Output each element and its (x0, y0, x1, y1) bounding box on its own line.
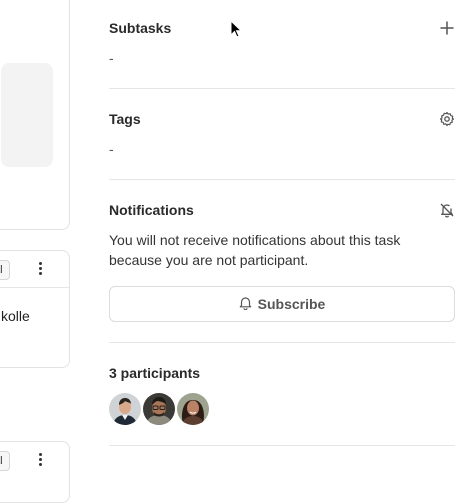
plus-icon[interactable] (439, 20, 455, 36)
bell-icon (239, 296, 252, 313)
task-card[interactable]: al (0, 441, 70, 503)
section-divider (109, 88, 455, 89)
avatar[interactable] (109, 393, 141, 425)
notifications-message: You will not receive notifications about… (109, 232, 401, 268)
subtasks-section: Subtasks - (109, 20, 455, 80)
card-header: al (0, 251, 69, 288)
subscribe-label: Subscribe (257, 296, 326, 312)
participants-count: 3 participants (109, 365, 201, 381)
section-divider (109, 445, 455, 446)
avatar[interactable] (143, 393, 175, 425)
tags-title: Tags (109, 111, 141, 127)
tags-section: Tags - (109, 111, 455, 171)
more-options-icon[interactable] (37, 261, 43, 277)
avatar[interactable] (177, 393, 209, 425)
subtasks-title: Subtasks (109, 20, 172, 36)
status-badge: al (0, 451, 10, 471)
card-header: al (0, 442, 69, 478)
section-divider (109, 342, 455, 343)
tags-value: - (109, 141, 114, 157)
task-list-panel: al kolle al (0, 0, 80, 503)
task-card[interactable]: al kolle (0, 250, 70, 368)
status-badge: al (0, 260, 10, 280)
more-options-icon[interactable] (37, 452, 43, 468)
section-divider (109, 179, 455, 180)
task-card[interactable] (0, 0, 70, 230)
subtasks-value: - (109, 50, 114, 66)
card-title: kolle (1, 308, 30, 324)
subscribe-button[interactable]: Subscribe (109, 286, 455, 322)
notifications-title: Notifications (109, 202, 194, 218)
bell-off-icon[interactable] (439, 202, 455, 218)
participant-avatars (109, 393, 209, 425)
mouse-cursor-icon (230, 19, 243, 38)
gear-icon[interactable] (439, 111, 455, 127)
card-image-placeholder (1, 63, 53, 167)
participants-section: 3 participants (109, 365, 455, 435)
notifications-section: Notifications You will not receive notif… (109, 202, 455, 327)
